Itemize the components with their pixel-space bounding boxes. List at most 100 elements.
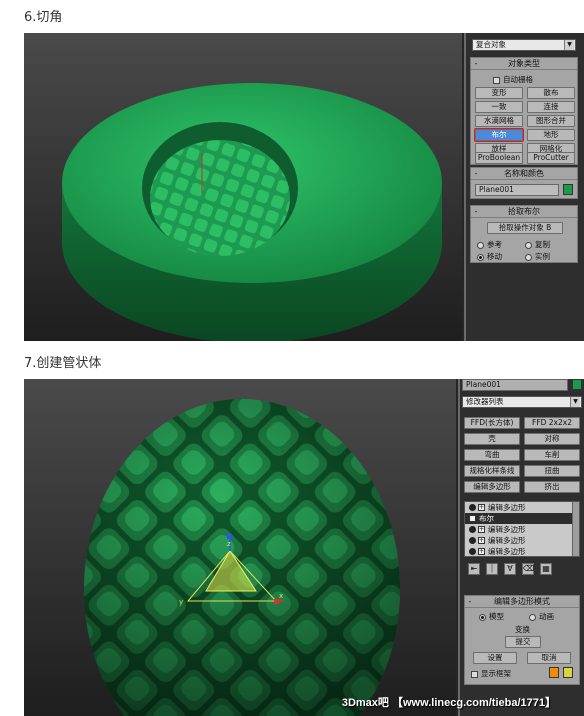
- checkbox-icon: [493, 76, 500, 84]
- step6-title: 6.切角: [24, 10, 63, 25]
- instance-label: 实例: [535, 252, 550, 261]
- move-radio[interactable]: 移动: [477, 251, 502, 262]
- ffd-2x2x2-button[interactable]: FFD 2x2x2: [524, 417, 580, 429]
- stack-item-selected[interactable]: + 布尔: [465, 513, 579, 524]
- twist-button[interactable]: 扭曲: [524, 465, 580, 477]
- stack-item[interactable]: + 编辑多边形: [465, 535, 579, 546]
- chevron-down-icon: ▼: [564, 40, 574, 50]
- lightbulb-icon[interactable]: [469, 547, 476, 555]
- conform-button[interactable]: 一致: [475, 101, 523, 113]
- pick-operand-button[interactable]: 拾取操作对象 B: [487, 222, 563, 234]
- expand-icon[interactable]: +: [478, 537, 485, 544]
- edit-poly-button[interactable]: 编辑多边形: [464, 481, 520, 493]
- radio-icon: [525, 253, 532, 261]
- connect-button[interactable]: 连接: [527, 101, 575, 113]
- pick-boolean-title: 拾取布尔: [508, 207, 540, 216]
- modifier-stack[interactable]: + 编辑多边形 + 布尔 + 编辑多边形 + 编辑多边形 + 编辑多边形: [464, 501, 580, 557]
- shapemerge-button[interactable]: 图形合并: [527, 115, 575, 127]
- object-name-field[interactable]: Plane001: [475, 184, 559, 196]
- object-type-header[interactable]: - 对象类型: [471, 58, 577, 70]
- svg-text:z: z: [227, 540, 231, 548]
- bend-button[interactable]: 弯曲: [464, 449, 520, 461]
- screenshot-boolean: 复合对象 ▼ - 对象类型 自动栅格 变形 散布 一致 连接 水滴网格 图形合并…: [24, 33, 584, 341]
- make-unique-icon[interactable]: ∀: [504, 563, 516, 575]
- expand-icon[interactable]: +: [478, 547, 485, 555]
- stack-item[interactable]: + 编辑多边形: [465, 524, 579, 535]
- copy-radio[interactable]: 复制: [525, 239, 550, 250]
- reference-radio[interactable]: 参考: [477, 239, 502, 250]
- expand-icon[interactable]: +: [469, 515, 476, 522]
- cage-color-swatch[interactable]: [549, 667, 559, 678]
- stack-item[interactable]: + 编辑多边形: [465, 546, 579, 556]
- procutter-button[interactable]: ProCutter: [527, 152, 575, 164]
- configure-sets-icon[interactable]: ▦: [540, 563, 552, 575]
- stack-item-label: 编辑多边形: [488, 503, 526, 512]
- lathe-button[interactable]: 车削: [524, 449, 580, 461]
- model-label: 模型: [489, 612, 504, 621]
- step7-title: 7.创建管状体: [24, 356, 102, 371]
- animate-label: 动画: [539, 612, 554, 621]
- name-color-header[interactable]: - 名称和颜色: [471, 168, 577, 180]
- object-color-swatch[interactable]: [572, 379, 582, 390]
- terrain-button[interactable]: 地形: [527, 129, 575, 141]
- selected-cage-color-swatch[interactable]: [563, 667, 573, 678]
- stack-scrollbar[interactable]: [572, 502, 579, 556]
- autogrid-label: 自动栅格: [503, 75, 533, 84]
- edit-poly-mode-title: 编辑多边形模式: [494, 597, 550, 606]
- settings-button[interactable]: 设置: [473, 652, 517, 664]
- lightbulb-icon[interactable]: [469, 504, 476, 511]
- category-dropdown[interactable]: 复合对象 ▼: [472, 39, 576, 51]
- extrude-button[interactable]: 挤出: [524, 481, 580, 493]
- radio-selected-icon: [479, 613, 486, 621]
- shell-button[interactable]: 壳: [464, 433, 520, 445]
- proboolean-button[interactable]: ProBoolean: [475, 152, 523, 164]
- pick-boolean-header[interactable]: - 拾取布尔: [471, 206, 577, 218]
- object-name-field[interactable]: Plane001: [462, 379, 568, 391]
- modifier-list-value: 修改器列表: [466, 397, 504, 406]
- viewport-3d[interactable]: y x z: [24, 379, 456, 716]
- watermark: 3Dmax吧 【www.linecg.com/tieba/1771】: [341, 697, 556, 709]
- radio-icon: [525, 241, 532, 249]
- lightbulb-icon[interactable]: [469, 537, 476, 544]
- stack-item[interactable]: + 编辑多边形: [465, 502, 579, 513]
- collapse-icon: -: [474, 59, 478, 68]
- viewport-3d[interactable]: [24, 33, 462, 341]
- model-radio[interactable]: 模型: [479, 611, 504, 622]
- instance-radio[interactable]: 实例: [525, 251, 550, 262]
- ffd-box-button[interactable]: FFD(长方体): [464, 417, 520, 429]
- collapse-icon: -: [474, 207, 478, 216]
- reference-label: 参考: [487, 240, 502, 249]
- pick-boolean-rollout: - 拾取布尔 拾取操作对象 B 参考 复制 移动 实例: [470, 205, 578, 263]
- modifier-list-dropdown[interactable]: 修改器列表 ▼: [462, 396, 582, 408]
- autogrid-checkbox[interactable]: 自动栅格: [493, 74, 533, 85]
- remove-modifier-icon[interactable]: ⌫: [522, 563, 534, 575]
- blobmesh-button[interactable]: 水滴网格: [475, 115, 523, 127]
- category-dropdown-value: 复合对象: [476, 40, 506, 49]
- symmetry-button[interactable]: 对称: [524, 433, 580, 445]
- cancel-button[interactable]: 取消: [527, 652, 571, 664]
- stack-item-label: 编辑多边形: [488, 546, 526, 556]
- torus-boolean-render: [62, 83, 442, 341]
- commit-button[interactable]: 提交: [505, 636, 541, 648]
- object-type-title: 对象类型: [508, 59, 540, 68]
- expand-icon[interactable]: +: [478, 504, 485, 511]
- radio-icon: [529, 613, 536, 621]
- object-type-rollout: - 对象类型 自动栅格 变形 散布 一致 连接 水滴网格 图形合并 布尔 地形 …: [470, 57, 578, 165]
- normalize-spline-button[interactable]: 规格化样条线: [464, 465, 520, 477]
- show-end-result-icon[interactable]: ⏐: [486, 563, 498, 575]
- pin-stack-icon[interactable]: ⇤: [468, 563, 480, 575]
- animate-radio[interactable]: 动画: [529, 611, 554, 622]
- checkbox-icon: [471, 670, 478, 678]
- boolean-button[interactable]: 布尔: [474, 128, 524, 142]
- scatter-button[interactable]: 散布: [527, 87, 575, 99]
- morph-button[interactable]: 变形: [475, 87, 523, 99]
- object-color-swatch[interactable]: [563, 184, 573, 195]
- quilted-sphere-render: y x z: [84, 399, 400, 716]
- expand-icon[interactable]: +: [478, 526, 485, 533]
- stack-item-label: 编辑多边形: [488, 536, 526, 545]
- show-cage-checkbox[interactable]: 显示框架: [471, 668, 511, 679]
- screenshot-modifier: y x z Plane001 修改器列表 ▼ FFD(长方体) FFD 2x2x…: [24, 379, 584, 716]
- lightbulb-icon[interactable]: [469, 526, 476, 533]
- edit-poly-mode-header[interactable]: - 编辑多边形模式: [465, 596, 579, 608]
- collapse-icon: -: [474, 169, 478, 178]
